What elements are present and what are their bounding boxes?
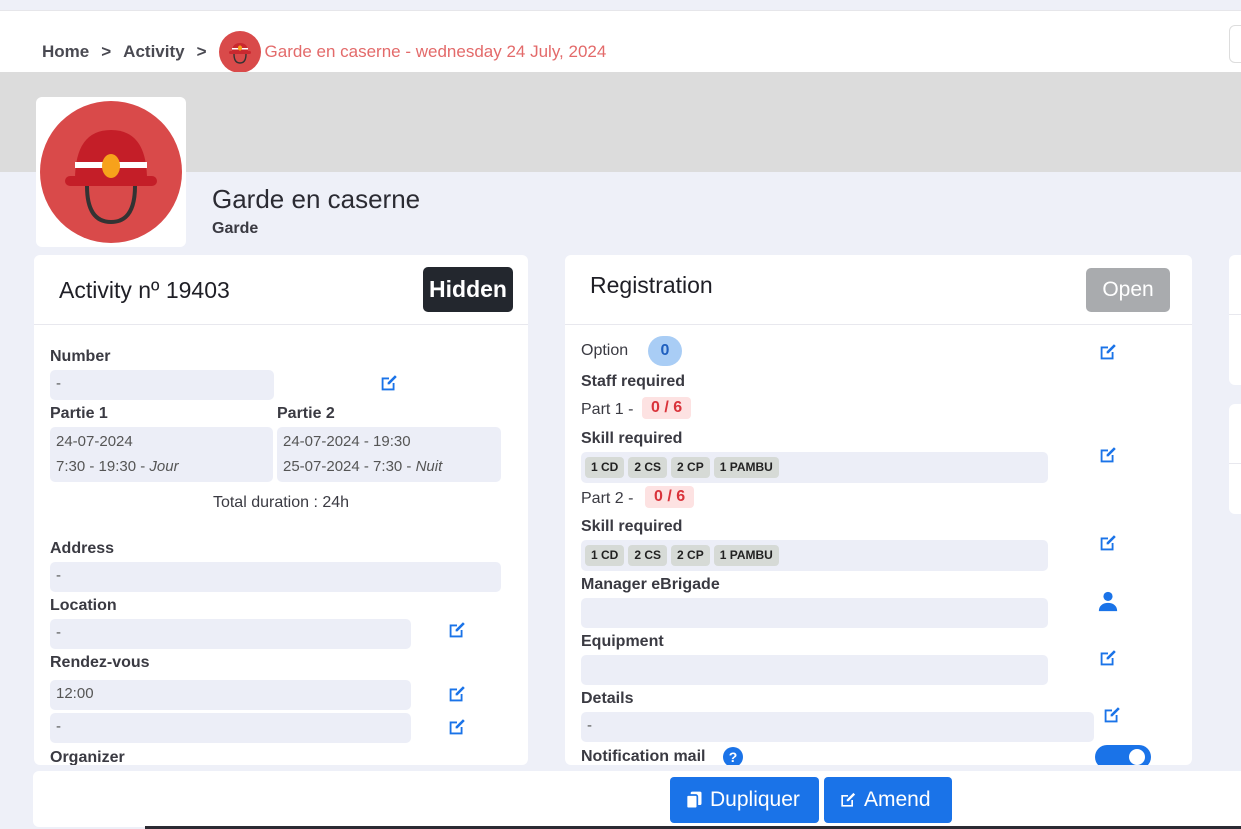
edit-icon[interactable] bbox=[1101, 704, 1123, 726]
skill-tag: 1 CD bbox=[585, 457, 625, 478]
toggle-knob bbox=[1129, 749, 1145, 765]
part2-skills: 1 CD 2 CS 2 CP 1 PAMBU bbox=[581, 540, 1048, 571]
organizer-label: Organizer bbox=[50, 749, 125, 765]
partie1-date: 24-07-2024 bbox=[56, 433, 133, 450]
activity-logo bbox=[36, 97, 186, 247]
skill-required-label: Skill required bbox=[581, 518, 683, 535]
top-bar: Home > Activity > Garde en caserne - wed… bbox=[0, 10, 1241, 73]
part1-label: Part 1 - bbox=[581, 401, 634, 418]
divider bbox=[1229, 314, 1241, 315]
total-duration: Total duration : 24h bbox=[212, 494, 350, 511]
edit-icon[interactable] bbox=[446, 619, 468, 641]
user-icon[interactable] bbox=[1097, 590, 1119, 612]
edit-icon[interactable] bbox=[1097, 444, 1119, 466]
address-label: Address bbox=[50, 540, 115, 557]
duplicate-button-label: Dupliquer bbox=[710, 788, 800, 811]
edit-icon bbox=[841, 792, 856, 807]
partie1-shift: Jour bbox=[149, 458, 179, 475]
activity-title: Activity nº 19403 bbox=[59, 277, 230, 303]
breadcrumb-current: Garde en caserne - wednesday 24 July, 20… bbox=[264, 42, 607, 61]
part1-ratio: 0 / 6 bbox=[642, 397, 692, 419]
breadcrumb-home-link[interactable]: Home bbox=[42, 42, 89, 62]
edit-icon[interactable] bbox=[1097, 647, 1119, 669]
option-count-badge: 0 bbox=[648, 336, 682, 366]
status-badge: Open bbox=[1086, 268, 1170, 312]
part2-label: Part 2 - bbox=[581, 490, 634, 507]
activity-card-header: Activity nº 19403 Hidden bbox=[34, 255, 528, 325]
skill-tag: 1 PAMBU bbox=[713, 545, 779, 566]
breadcrumb: Home > Activity > Garde en caserne - wed… bbox=[42, 31, 606, 73]
number-field: - bbox=[50, 370, 274, 400]
chevron-right-icon: > bbox=[101, 42, 112, 61]
location-label: Location bbox=[50, 597, 117, 614]
edit-icon[interactable] bbox=[1097, 341, 1119, 363]
registration-card: Registration Open Option 0 Staff require… bbox=[565, 255, 1192, 765]
amend-button-label: Amend bbox=[864, 788, 931, 811]
option-label: Option bbox=[581, 342, 629, 359]
notification-toggle[interactable] bbox=[1095, 745, 1151, 765]
partie1-time-row: 7:30 - 19:30 - Jour bbox=[56, 454, 267, 479]
partie1-time: 7:30 - 19:30 - bbox=[56, 458, 150, 475]
skill-tag: 2 CS bbox=[628, 545, 668, 566]
registration-card-header: Registration Open bbox=[565, 255, 1192, 325]
address-field: - bbox=[50, 562, 501, 592]
details-field: - bbox=[581, 712, 1094, 742]
action-footer bbox=[33, 771, 1241, 827]
location-field: - bbox=[50, 619, 411, 649]
skill-required-label: Skill required bbox=[581, 430, 683, 447]
partie2-time-row: 25-07-2024 - 7:30 - Nuit bbox=[283, 454, 495, 479]
equipment-label: Equipment bbox=[581, 633, 664, 650]
copy-icon bbox=[685, 791, 702, 810]
rendezvous-time-field: 12:00 bbox=[50, 680, 411, 710]
notification-label: Notification mail bbox=[581, 748, 706, 765]
chevron-right-icon: > bbox=[196, 42, 207, 61]
side-card bbox=[1229, 404, 1241, 514]
skill-tag: 2 CP bbox=[671, 457, 710, 478]
side-card bbox=[1229, 255, 1241, 385]
skill-tag: 1 CD bbox=[585, 545, 625, 566]
edit-icon[interactable] bbox=[1097, 532, 1119, 554]
part2-ratio: 0 / 6 bbox=[645, 486, 695, 508]
staff-required-label: Staff required bbox=[581, 373, 686, 390]
topbar-right-control[interactable] bbox=[1229, 25, 1241, 63]
edit-icon[interactable] bbox=[446, 683, 468, 705]
manager-label: Manager eBrigade bbox=[581, 576, 720, 593]
part1-skills: 1 CD 2 CS 2 CP 1 PAMBU bbox=[581, 452, 1048, 483]
registration-title: Registration bbox=[590, 272, 713, 298]
breadcrumb-activity-link[interactable]: Activity bbox=[123, 42, 184, 62]
partie2-date: 24-07-2024 - 19:30 bbox=[283, 433, 411, 450]
help-icon[interactable]: ? bbox=[723, 747, 743, 765]
partie2-label: Partie 2 bbox=[277, 405, 335, 422]
partie2-shift: Nuit bbox=[415, 458, 443, 475]
amend-button[interactable]: Amend bbox=[824, 777, 952, 823]
duplicate-button[interactable]: Dupliquer bbox=[670, 777, 819, 823]
partie1-schedule: 24-07-2024 7:30 - 19:30 - Jour bbox=[50, 427, 273, 482]
activity-card: Activity nº 19403 Hidden Number - Partie… bbox=[34, 255, 528, 765]
page-subtitle: Garde bbox=[212, 220, 259, 237]
number-label: Number bbox=[50, 348, 111, 365]
partie2-time: 25-07-2024 - 7:30 - bbox=[283, 458, 416, 475]
details-label: Details bbox=[581, 690, 634, 707]
skill-tag: 2 CP bbox=[671, 545, 710, 566]
manager-field bbox=[581, 598, 1048, 628]
edit-icon[interactable] bbox=[446, 716, 468, 738]
edit-icon[interactable] bbox=[378, 372, 400, 394]
partie1-label: Partie 1 bbox=[50, 405, 108, 422]
rendezvous-label: Rendez-vous bbox=[50, 654, 150, 671]
partie2-schedule: 24-07-2024 - 19:30 25-07-2024 - 7:30 - N… bbox=[277, 427, 501, 482]
divider bbox=[1229, 463, 1241, 464]
page-title: Garde en caserne bbox=[212, 184, 421, 214]
firefighter-helmet-icon bbox=[218, 31, 261, 73]
skill-tag: 1 PAMBU bbox=[713, 457, 779, 478]
skill-tag: 2 CS bbox=[628, 457, 668, 478]
status-badge: Hidden bbox=[423, 267, 513, 312]
rendezvous-place-field: - bbox=[50, 713, 411, 743]
firefighter-helmet-icon bbox=[40, 101, 182, 243]
header-banner bbox=[0, 72, 1241, 172]
equipment-field bbox=[581, 655, 1048, 685]
